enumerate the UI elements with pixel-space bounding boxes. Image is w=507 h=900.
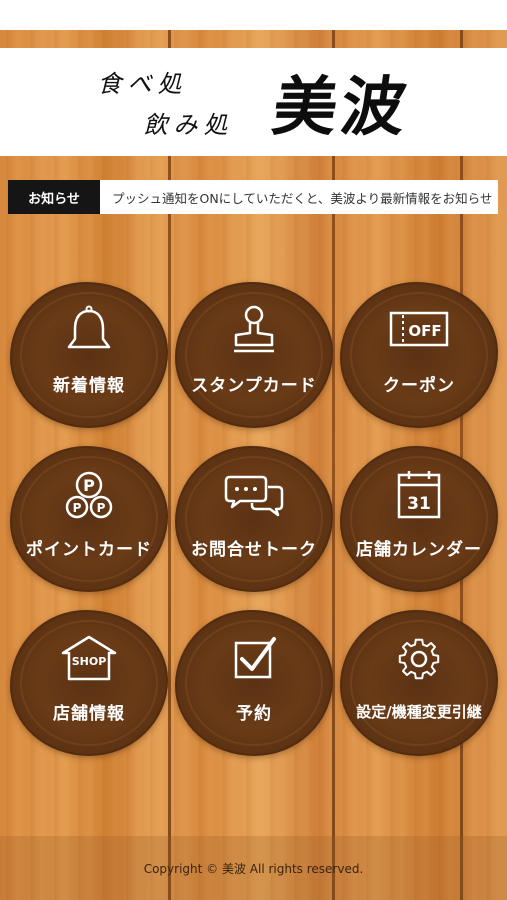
svg-text:OFF: OFF <box>408 322 441 340</box>
calendar-icon: 31 <box>397 470 441 518</box>
menu-label: 新着情報 <box>53 375 125 396</box>
menu-label: 店舗情報 <box>53 703 125 724</box>
copyright-text: Copyright © 美波 All rights reserved. <box>143 861 364 876</box>
notice-text[interactable]: プッシュ通知をONにしていただくと、美波より最新情報をお知らせ <box>100 180 498 214</box>
footer: Copyright © 美波 All rights reserved. <box>0 836 507 900</box>
menu-coupon[interactable]: OFF クーポン <box>340 282 498 428</box>
gear-icon <box>398 638 440 679</box>
menu-point-card[interactable]: P P P ポイントカード <box>10 446 168 592</box>
menu-label: お問合せトーク <box>191 539 317 560</box>
svg-text:SHOP: SHOP <box>72 655 107 668</box>
menu-label: 予約 <box>236 703 272 724</box>
bell-icon <box>67 305 111 348</box>
svg-text:P: P <box>73 501 82 515</box>
checkbox-icon <box>234 636 276 678</box>
status-strip <box>0 0 507 30</box>
stamp-icon <box>234 305 274 352</box>
svg-text:P: P <box>97 501 106 515</box>
menu-inquiry-talk[interactable]: お問合せトーク <box>175 446 333 592</box>
menu-store-calendar[interactable]: 31 店舗カレンダー <box>340 446 498 592</box>
svg-text:P: P <box>83 476 95 495</box>
menu-label: 店舗カレンダー <box>356 539 482 560</box>
menu-stamp-card[interactable]: スタンプカード <box>175 282 333 428</box>
logo-tagline-line2: 飲み処 <box>143 111 234 139</box>
svg-text:31: 31 <box>407 494 431 514</box>
notice-label: お知らせ <box>8 180 100 214</box>
notice-bar[interactable]: お知らせ プッシュ通知をONにしていただくと、美波より最新情報をお知らせ <box>8 180 498 214</box>
shop-icon: SHOP <box>61 635 117 680</box>
logo-tagline: 食べ処 飲み処 <box>98 64 234 140</box>
menu-label: ポイントカード <box>26 539 152 560</box>
menu-settings[interactable]: 設定/機種変更引継 <box>340 610 498 756</box>
menu-label: クーポン <box>383 375 455 396</box>
menu-label: スタンプカード <box>191 375 317 396</box>
chat-icon <box>224 475 284 516</box>
logo-name: 美波 <box>267 70 414 145</box>
menu-label: 設定/機種変更引継 <box>356 702 482 721</box>
logo-tagline-line1: 食べ処 <box>97 70 188 98</box>
points-icon: P P P <box>65 471 113 518</box>
menu-reservation[interactable]: 予約 <box>175 610 333 756</box>
coupon-icon: OFF <box>389 311 449 346</box>
app-header: 食べ処 飲み処 美波 <box>0 48 507 156</box>
menu-store-info[interactable]: SHOP 店舗情報 <box>10 610 168 756</box>
menu-news[interactable]: 新着情報 <box>10 282 168 428</box>
